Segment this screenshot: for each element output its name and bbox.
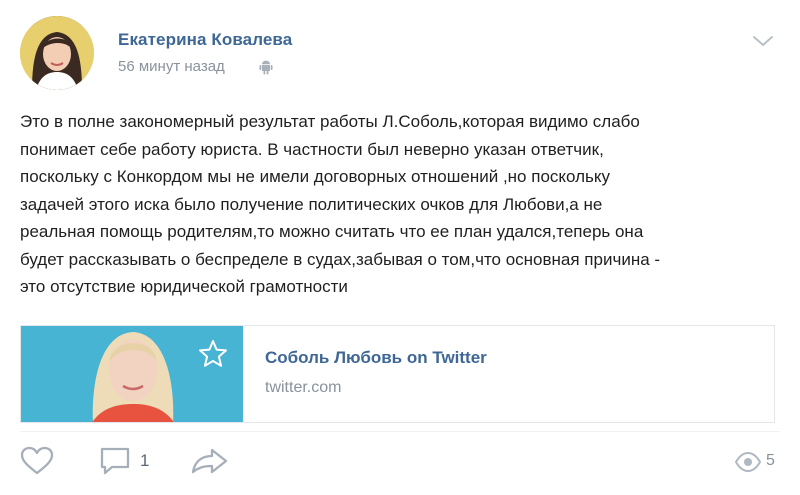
star-icon[interactable] [197,338,229,370]
post: Екатерина Ковалева 56 минут назад Это в … [0,0,800,495]
avatar[interactable] [20,16,94,90]
author-name[interactable]: Екатерина Ковалева [118,30,292,50]
link-card[interactable]: Соболь Любовь on Twitter twitter.com [20,325,775,423]
android-icon [259,60,273,75]
eye-icon [734,451,762,473]
post-text: Это в полне закономерный результат работ… [20,112,661,296]
comment-icon [100,447,130,475]
comment-button[interactable]: 1 [98,446,160,476]
footer-divider [20,431,780,432]
like-button[interactable] [20,446,56,476]
post-time[interactable]: 56 минут назад [118,58,225,75]
views-counter: 5 [734,451,780,473]
link-thumbnail [21,326,243,422]
link-domain: twitter.com [265,379,342,396]
share-button[interactable] [190,446,230,476]
link-title[interactable]: Соболь Любовь on Twitter [265,348,487,368]
comment-count: 1 [140,451,150,470]
chevron-down-icon[interactable] [752,34,774,48]
avatar-photo [20,16,94,90]
views-count: 5 [766,452,775,469]
share-arrow-icon [191,448,228,474]
heart-icon [20,446,54,475]
